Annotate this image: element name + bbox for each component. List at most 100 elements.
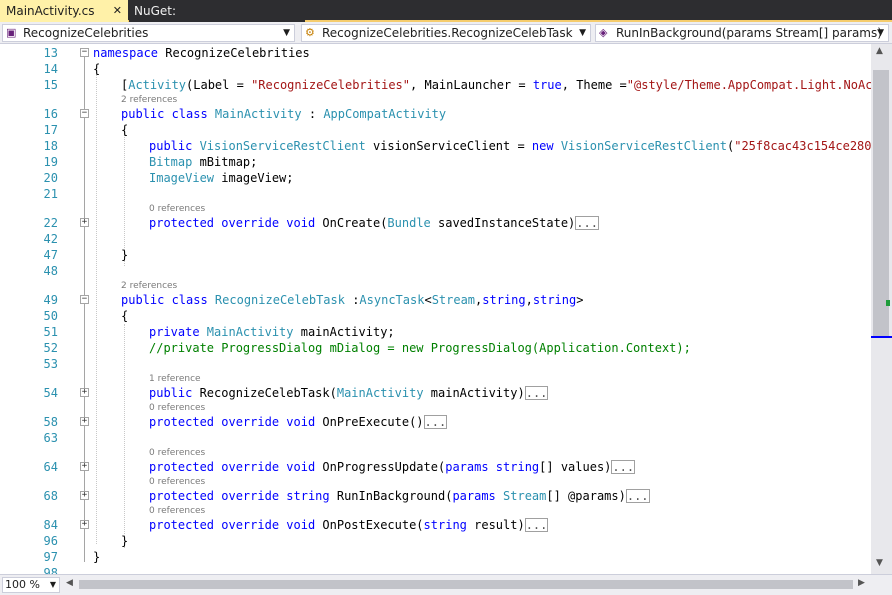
navigation-bar: ▣ RecognizeCelebrities ▼ ⚙ RecognizeCele… [0, 22, 892, 44]
token: , MainLauncher = [410, 78, 533, 92]
code-line: 15 [Activity(Label = "RecognizeCelebriti… [0, 77, 871, 93]
horizontal-scroll-thumb[interactable] [79, 580, 853, 589]
line-number: 64 [43, 460, 58, 474]
method-name: OnProgressUpdate( [322, 460, 446, 474]
code-line: 50 { [0, 308, 871, 324]
keyword: new [531, 139, 561, 153]
line-number: 14 [43, 62, 58, 76]
chevron-down-icon: ▼ [579, 28, 586, 38]
code-line: 97 } [0, 549, 871, 565]
code-line: 51 private MainActivity mainActivity; [0, 324, 871, 340]
code-text: { [121, 309, 129, 323]
expand-icon[interactable]: + [80, 388, 89, 397]
code-text: protected override string RunInBackgroun… [149, 488, 650, 504]
code-line: 20 ImageView imageView; [0, 170, 871, 186]
expand-icon[interactable]: + [80, 491, 89, 500]
collapsed-region[interactable]: ... [524, 518, 549, 532]
keyword: true [532, 78, 562, 92]
string-literal: "@style/Theme.AppCompat.Light.NoActio [626, 78, 871, 92]
line-number: 48 [43, 264, 58, 278]
line-number: 15 [43, 78, 58, 92]
close-icon[interactable]: ✕ [113, 0, 122, 22]
collapsed-region[interactable]: ... [625, 489, 650, 503]
collapsed-region[interactable]: ... [611, 460, 636, 474]
code-text: protected override void OnCreate(Bundle … [149, 215, 599, 231]
project-dropdown[interactable]: ▣ RecognizeCelebrities ▼ [2, 24, 295, 42]
method-icon: ◈ [599, 26, 608, 39]
collapsed-region[interactable]: ... [575, 216, 599, 230]
type-dropdown[interactable]: ⚙ RecognizeCelebrities.RecognizeCelebTas… [301, 24, 591, 42]
code-line: 18 public VisionServiceRestClient vision… [0, 138, 871, 154]
code-line: 52 //private ProgressDialog mDialog = ne… [0, 340, 871, 356]
scroll-up-arrow-icon[interactable]: ▲ [876, 46, 883, 56]
type-name: ImageView [149, 171, 215, 185]
line-number: 58 [43, 415, 58, 429]
method-name: OnPostExecute( [322, 518, 424, 532]
line-number: 52 [43, 341, 58, 355]
keyword: protected override void [149, 518, 323, 532]
code-line: 47 } [0, 247, 871, 263]
line-number: 98 [43, 566, 58, 574]
code-text: public class MainActivity : AppCompatAct… [121, 106, 446, 122]
line-number: 16 [43, 107, 58, 121]
expand-icon[interactable]: + [80, 417, 89, 426]
expand-icon[interactable]: + [80, 218, 89, 227]
method-name: RunInBackground( [336, 489, 453, 503]
tab-nuget-recognizecelebrities[interactable]: NuGet: RecognizeCelebrities [129, 0, 305, 40]
type-dropdown-value: RecognizeCelebrities.RecognizeCelebTask [322, 26, 573, 40]
line-number: 18 [43, 139, 58, 153]
keyword: public [149, 386, 200, 400]
line-number: 50 [43, 309, 58, 323]
token: < [424, 293, 432, 307]
code-text: public class RecognizeCelebTask :AsyncTa… [121, 292, 583, 308]
collapse-icon[interactable]: − [80, 295, 89, 304]
code-text: protected override void OnPostExecute(st… [149, 517, 549, 533]
collapsed-region[interactable]: ... [423, 415, 448, 429]
class-icon: ⚙ [305, 26, 315, 39]
code-text: public VisionServiceRestClient visionSer… [149, 138, 871, 154]
type-name: MainActivity [336, 386, 424, 400]
code-line: 17 { [0, 122, 871, 138]
code-line: 53 [0, 356, 871, 372]
code-text: public RecognizeCelebTask(MainActivity m… [149, 385, 549, 401]
line-number: 20 [43, 171, 58, 185]
line-number: 97 [43, 550, 58, 564]
line-number: 68 [43, 489, 58, 503]
method-name: RecognizeCelebTask( [199, 386, 337, 400]
vertical-scrollbar[interactable]: ▲ ▼ [871, 44, 892, 574]
keyword: string [482, 293, 526, 307]
code-text: protected override void OnPreExecute()..… [149, 414, 448, 430]
type-name: VisionServiceRestClient [199, 139, 366, 153]
line-number: 21 [43, 187, 58, 201]
scroll-down-arrow-icon[interactable]: ▼ [876, 558, 883, 568]
code-text: [Activity(Label = "RecognizeCelebrities"… [121, 77, 871, 93]
string-literal: "25f8cac43c154ce2808d4 [734, 139, 871, 153]
code-line: 49 − public class RecognizeCelebTask :As… [0, 292, 871, 308]
token: (Label = [186, 78, 252, 92]
zoom-value: 100 % [5, 578, 40, 591]
code-text: protected override void OnProgressUpdate… [149, 459, 636, 475]
member-dropdown[interactable]: ◈ RunInBackground(params Stream[] params… [595, 24, 889, 42]
type-name: AsyncTask [359, 293, 425, 307]
code-line: 48 [0, 263, 871, 279]
collapsed-region[interactable]: ... [524, 386, 549, 400]
code-line: 84 + protected override void OnPostExecu… [0, 517, 871, 533]
line-number: 63 [43, 431, 58, 445]
caret-position-marker [871, 336, 892, 338]
vertical-scroll-thumb[interactable] [873, 70, 889, 338]
collapse-icon[interactable]: − [80, 48, 89, 57]
collapse-icon[interactable]: − [80, 109, 89, 118]
tab-mainactivity-cs[interactable]: MainActivity.cs ✕ [0, 0, 128, 22]
scroll-left-arrow-icon[interactable]: ◀ [66, 578, 73, 588]
keyword: protected override void [149, 216, 323, 230]
code-line: 96 } [0, 533, 871, 549]
scroll-right-arrow-icon[interactable]: ▶ [858, 578, 865, 588]
editor-bottom-bar: 100 % ▼ ◀ ▶ [0, 574, 892, 595]
expand-icon[interactable]: + [80, 462, 89, 471]
expand-icon[interactable]: + [80, 520, 89, 529]
line-number: 84 [43, 518, 58, 532]
token: savedInstanceState) [430, 216, 576, 230]
zoom-dropdown[interactable]: 100 % ▼ [2, 577, 60, 593]
type-name: RecognizeCelebTask [214, 293, 345, 307]
code-editor[interactable]: 13 − namespace RecognizeCelebrities 14 {… [0, 44, 871, 574]
